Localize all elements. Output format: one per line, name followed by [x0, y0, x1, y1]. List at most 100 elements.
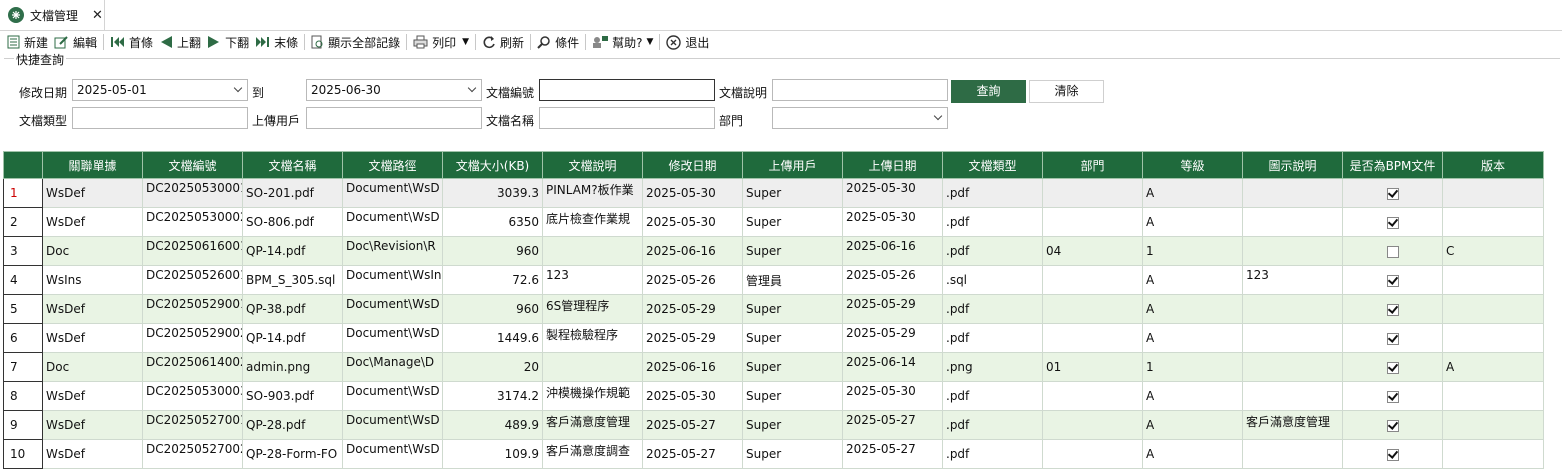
bpm-checkbox[interactable]	[1386, 187, 1399, 200]
table-cell[interactable]: .pdf	[942, 294, 1043, 324]
table-cell[interactable]: A	[1142, 410, 1243, 440]
table-cell[interactable]: A	[1142, 323, 1243, 353]
table-cell[interactable]	[1242, 439, 1343, 469]
row-number[interactable]: 7	[3, 352, 43, 382]
table-cell[interactable]: Super	[742, 207, 843, 237]
bpm-checkbox-cell[interactable]	[1342, 410, 1443, 440]
table-cell[interactable]: 2025-05-30	[842, 381, 943, 411]
table-cell[interactable]: 2025-05-29	[642, 294, 743, 324]
table-cell[interactable]: 2025-05-29	[642, 323, 743, 353]
query-button[interactable]: 查詢	[951, 80, 1026, 103]
table-cell[interactable]: Document\WsD	[342, 410, 443, 440]
table-cell[interactable]	[1242, 323, 1343, 353]
table-cell[interactable]: 2025-05-29	[842, 294, 943, 324]
table-cell[interactable]: QP-28-Form-FO	[242, 439, 343, 469]
table-cell[interactable]: Super	[742, 410, 843, 440]
table-cell[interactable]: 2025-05-27	[842, 410, 943, 440]
table-cell[interactable]: A	[1142, 294, 1243, 324]
column-header[interactable]: 上傳用戶	[742, 151, 843, 179]
close-icon[interactable]: ✕	[92, 8, 103, 23]
table-cell[interactable]: 2025-06-16	[842, 236, 943, 266]
table-cell[interactable]: WsDef	[42, 207, 143, 237]
bpm-checkbox[interactable]	[1386, 303, 1399, 316]
table-cell[interactable]	[1042, 381, 1143, 411]
table-cell[interactable]: DC20250614002	[142, 352, 243, 382]
table-cell[interactable]: WsDef	[42, 439, 143, 469]
table-cell[interactable]: 3039.3	[442, 178, 543, 208]
table-cell[interactable]: QP-38.pdf	[242, 294, 343, 324]
bpm-checkbox-cell[interactable]	[1342, 178, 1443, 208]
table-cell[interactable]: 2025-05-27	[842, 439, 943, 469]
column-header[interactable]: 修改日期	[642, 151, 743, 179]
table-cell[interactable]: A	[1142, 207, 1243, 237]
table-cell[interactable]: 2025-05-30	[642, 178, 743, 208]
table-cell[interactable]: Super	[742, 178, 843, 208]
table-cell[interactable]: 2025-05-27	[642, 410, 743, 440]
table-cell[interactable]: 2025-05-29	[842, 323, 943, 353]
table-cell[interactable]: DC20250616001	[142, 236, 243, 266]
table-cell[interactable]: 1449.6	[442, 323, 543, 353]
table-cell[interactable]: Super	[742, 381, 843, 411]
bpm-checkbox[interactable]	[1386, 274, 1399, 287]
table-cell[interactable]: 20	[442, 352, 543, 382]
column-header[interactable]: 文檔路徑	[342, 151, 443, 179]
table-cell[interactable]: Super	[742, 352, 843, 382]
table-cell[interactable]: 2025-05-26	[842, 265, 943, 295]
table-cell[interactable]: A	[1142, 265, 1243, 295]
table-cell[interactable]: Doc\Manage\D	[342, 352, 443, 382]
table-cell[interactable]	[1242, 178, 1343, 208]
table-row[interactable]: 8 WsDef DC20250530003 SO-903.pdf Document\Ws…	[3, 381, 1544, 411]
table-cell[interactable]	[1042, 207, 1143, 237]
exit-button[interactable]: 退出	[663, 31, 712, 53]
table-cell[interactable]: WsDef	[42, 381, 143, 411]
row-number[interactable]: 6	[3, 323, 43, 353]
column-header[interactable]: 版本	[1442, 151, 1544, 179]
table-cell[interactable]: Document\WsD	[342, 178, 443, 208]
table-cell[interactable]: 04	[1042, 236, 1143, 266]
table-cell[interactable]: Doc	[42, 236, 143, 266]
table-cell[interactable]: 2025-05-30	[842, 207, 943, 237]
table-cell[interactable]: DC20250526001	[142, 265, 243, 295]
new-button[interactable]: 新建	[4, 31, 51, 53]
row-number[interactable]: 5	[3, 294, 43, 324]
table-cell[interactable]: .pdf	[942, 207, 1043, 237]
table-cell[interactable]: QP-14.pdf	[242, 323, 343, 353]
table-cell[interactable]: Super	[742, 294, 843, 324]
table-cell[interactable]	[1042, 323, 1143, 353]
column-header[interactable]: 圖示說明	[1242, 151, 1343, 179]
bpm-checkbox[interactable]	[1386, 361, 1399, 374]
refresh-button[interactable]: 刷新	[479, 31, 527, 53]
table-cell[interactable]: 960	[442, 236, 543, 266]
row-number[interactable]: 9	[3, 410, 43, 440]
table-row[interactable]: 6 WsDef DC20250529002 QP-14.pdf Document\WsD…	[3, 323, 1544, 353]
bpm-checkbox-cell[interactable]	[1342, 207, 1443, 237]
table-cell[interactable]: Doc	[42, 352, 143, 382]
table-cell[interactable]: DC20250530003	[142, 381, 243, 411]
table-cell[interactable]: 3174.2	[442, 381, 543, 411]
bpm-checkbox[interactable]	[1386, 245, 1399, 258]
table-cell[interactable]: 2025-06-14	[842, 352, 943, 382]
table-cell[interactable]: A	[1442, 352, 1544, 382]
table-cell[interactable]	[1242, 381, 1343, 411]
help-button[interactable]: 幫助? ▼	[589, 31, 656, 53]
table-row[interactable]: 7 Doc DC20250614002 admin.png Doc\Manage\D 20…	[3, 352, 1544, 382]
table-cell[interactable]: 製程檢驗程序	[542, 323, 643, 353]
table-cell[interactable]: SO-903.pdf	[242, 381, 343, 411]
table-cell[interactable]	[1442, 381, 1544, 411]
table-cell[interactable]	[1242, 352, 1343, 382]
table-cell[interactable]: Document\WsD	[342, 381, 443, 411]
table-cell[interactable]: .png	[942, 352, 1043, 382]
table-row[interactable]: 10 WsDef DC20250527002 QP-28-Form-FO Documen…	[3, 439, 1544, 469]
table-cell[interactable]: .pdf	[942, 236, 1043, 266]
table-cell[interactable]	[1442, 178, 1544, 208]
bpm-checkbox-cell[interactable]	[1342, 352, 1443, 382]
condition-button[interactable]: 條件	[534, 31, 582, 53]
row-number[interactable]: 1	[3, 178, 43, 208]
table-cell[interactable]: 109.9	[442, 439, 543, 469]
table-cell[interactable]: 123	[542, 265, 643, 295]
table-cell[interactable]: QP-14.pdf	[242, 236, 343, 266]
table-cell[interactable]	[1242, 294, 1343, 324]
table-row[interactable]: 2 WsDef DC20250530002 SO-806.pdf Document\Ws…	[3, 207, 1544, 237]
table-cell[interactable]	[1442, 410, 1544, 440]
column-header[interactable]	[3, 151, 43, 179]
